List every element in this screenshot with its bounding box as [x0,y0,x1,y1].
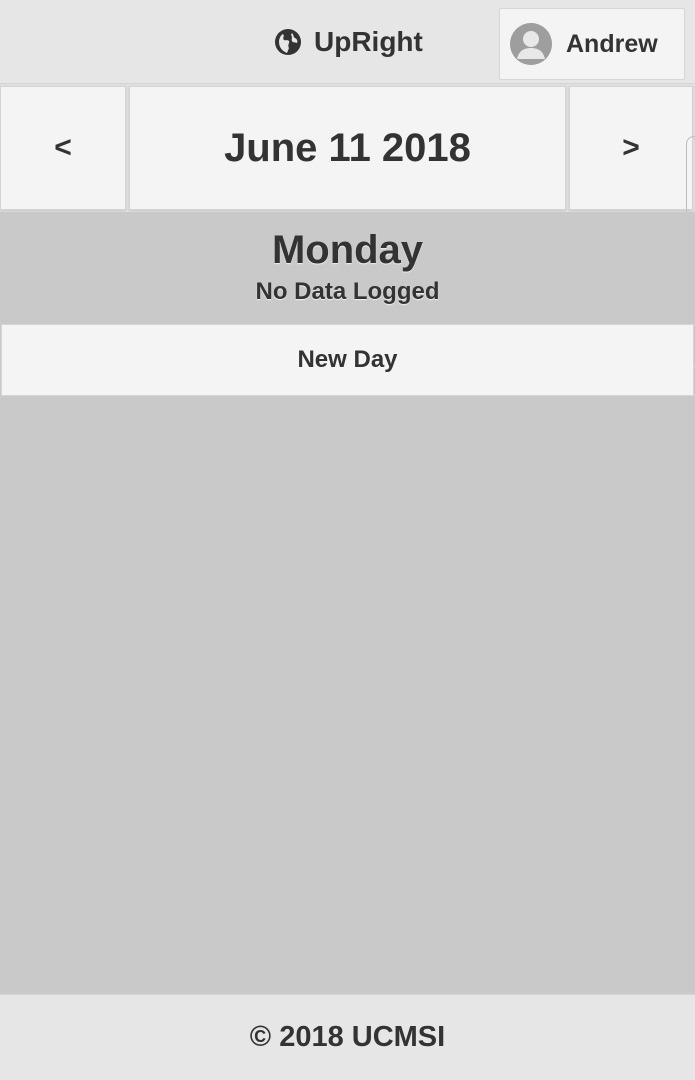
app-title: UpRight [314,26,423,57]
next-day-button[interactable]: > [569,86,693,210]
globe-icon [274,28,302,56]
footer: © 2018 UCMSI [0,994,695,1080]
new-day-button[interactable]: New Day [1,324,694,396]
user-avatar-icon [510,23,552,65]
content-area [0,396,695,994]
app-page: UpRight Andrew < June 11 2018 > Monday N… [0,0,695,1080]
user-name: Andrew [566,29,658,58]
date-navigation: < June 11 2018 > [0,84,695,212]
day-summary: Monday No Data Logged [0,212,695,324]
user-menu-button[interactable]: Andrew [499,8,685,80]
current-date: June 11 2018 [129,86,566,210]
log-status: No Data Logged [255,278,440,305]
top-bar: UpRight Andrew [0,0,695,84]
brand[interactable]: UpRight [274,22,423,62]
copyright-text: © 2018 UCMSI [249,1021,446,1053]
weekday-heading: Monday [271,228,424,272]
previous-day-button[interactable]: < [0,86,126,210]
